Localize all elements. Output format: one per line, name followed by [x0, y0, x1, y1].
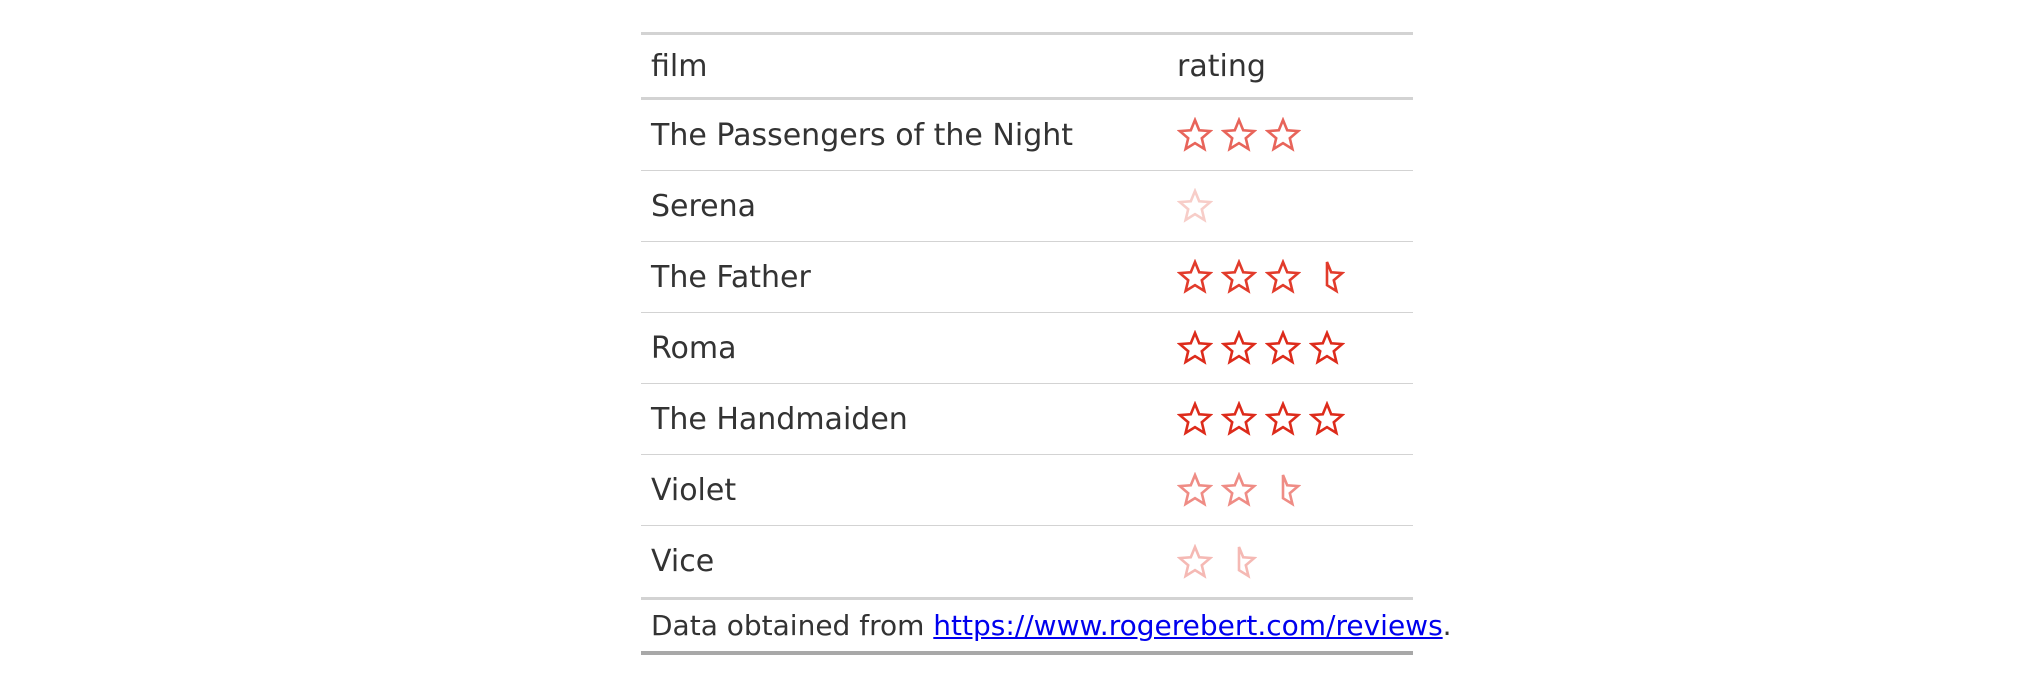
footnote-suffix: . — [1442, 609, 1452, 642]
film-column-header: film — [651, 48, 708, 84]
star-icon — [1177, 117, 1213, 152]
table-body: The Passengers of the Night Serena The Fat… — [641, 100, 1413, 600]
rating-cell — [1177, 543, 1413, 580]
star-icon — [1265, 330, 1301, 365]
star-rating — [1177, 543, 1257, 580]
star-icon — [1177, 188, 1213, 223]
rating-cell — [1177, 472, 1413, 508]
rating-column-header: rating — [1177, 48, 1266, 84]
star-icon — [1177, 401, 1213, 436]
table-row: The Passengers of the Night — [641, 100, 1413, 171]
star-icon — [1221, 117, 1257, 152]
star-rating — [1177, 330, 1345, 366]
star-rating — [1177, 401, 1345, 437]
half-star-icon — [1237, 546, 1257, 579]
film-title: Vice — [651, 544, 715, 579]
table-row: Serena — [641, 171, 1413, 242]
footnote-prefix: Data obtained from — [651, 609, 934, 642]
star-icon — [1221, 472, 1257, 507]
star-icon — [1265, 401, 1301, 436]
table-row: Violet — [641, 455, 1413, 526]
star-icon — [1309, 401, 1345, 436]
table-header-row: film rating — [641, 35, 1413, 100]
ratings-table: film rating The Passengers of the Night S… — [641, 32, 1452, 655]
star-icon — [1221, 330, 1257, 365]
film-title: Roma — [651, 330, 737, 366]
star-icon — [1177, 259, 1213, 294]
table-row: Vice — [641, 526, 1413, 597]
rating-cell — [1177, 401, 1413, 437]
rating-cell — [1177, 259, 1413, 295]
film-title: Serena — [651, 188, 757, 224]
table-row: The Father — [641, 242, 1413, 313]
film-title: The Passengers of the Night — [651, 117, 1074, 153]
star-icon — [1221, 259, 1257, 294]
star-icon — [1177, 472, 1213, 507]
film-title: The Handmaiden — [651, 401, 908, 437]
rating-cell — [1177, 117, 1413, 153]
star-icon — [1309, 330, 1345, 365]
star-rating — [1177, 117, 1301, 153]
rating-cell — [1177, 330, 1413, 366]
star-icon — [1265, 259, 1301, 294]
table-footnote: Data obtained from https://www.rogereber… — [641, 600, 1452, 655]
half-star-icon — [1325, 261, 1345, 294]
film-title: The Father — [651, 259, 811, 295]
star-rating — [1177, 259, 1345, 295]
table-row: The Handmaiden — [641, 384, 1413, 455]
film-title: Violet — [651, 472, 737, 508]
rating-cell — [1177, 188, 1413, 224]
star-rating — [1177, 188, 1213, 224]
star-icon — [1221, 401, 1257, 436]
table-row: Roma — [641, 313, 1413, 384]
source-link[interactable]: https://www.rogerebert.com/reviews — [933, 609, 1442, 642]
star-icon — [1177, 330, 1213, 365]
half-star-icon — [1281, 474, 1301, 507]
star-rating — [1177, 472, 1301, 508]
star-icon — [1177, 543, 1213, 579]
star-icon — [1265, 117, 1301, 152]
